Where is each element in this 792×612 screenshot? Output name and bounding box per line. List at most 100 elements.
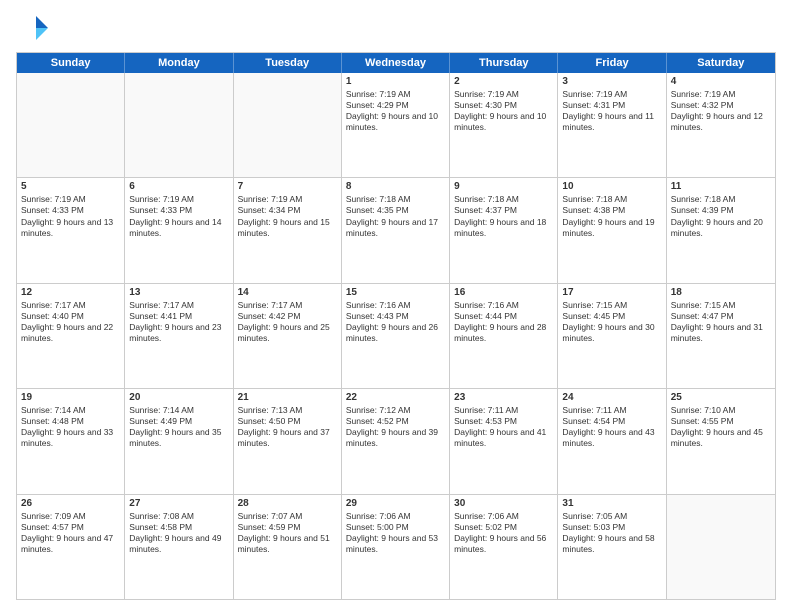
day-number: 21 [238,392,337,403]
sunset-line: Sunset: 5:03 PM [562,522,661,533]
sunrise-line: Sunrise: 7:19 AM [454,89,553,100]
sunrise-line: Sunrise: 7:17 AM [129,300,228,311]
day-number: 18 [671,287,771,298]
empty-cell [17,73,125,177]
sunset-line: Sunset: 4:59 PM [238,522,337,533]
sunrise-line: Sunrise: 7:10 AM [671,405,771,416]
day-cell-26: 26 Sunrise: 7:09 AMSunset: 4:57 PMDayligh… [17,495,125,599]
logo-icon [16,12,48,44]
day-number: 29 [346,498,445,509]
daylight-line: Daylight: 9 hours and 47 minutes. [21,533,120,555]
day-cell-14: 14Sunrise: 7:17 AMSunset: 4:42 PMDayligh… [234,284,342,388]
sunrise-line: Sunrise: 7:12 AM [346,405,445,416]
day-number: 30 [454,498,553,509]
header-day-friday: Friday [558,53,666,73]
sunset-line: Sunset: 4:42 PM [238,311,337,322]
day-number: 20 [129,392,228,403]
sunrise-line: Sunrise: 7:19 AM [346,89,445,100]
sunset-line: Sunset: 4:49 PM [129,416,228,427]
daylight-line: Daylight: 9 hours and 30 minutes. [562,322,661,344]
sunset-line: Sunset: 4:32 PM [671,100,771,111]
day-number: 28 [238,498,337,509]
sunrise-line: Sunrise: 7:18 AM [346,194,445,205]
sunrise-line: Sunrise: 7:16 AM [454,300,553,311]
sunrise-line: Sunrise: 7:19 AM [129,194,228,205]
day-number: 27 [129,498,228,509]
day-cell-11: 11Sunrise: 7:18 AMSunset: 4:39 PMDayligh… [667,178,775,282]
sunset-line: Sunset: 4:29 PM [346,100,445,111]
daylight-line: Daylight: 9 hours and 17 minutes. [346,217,445,239]
day-cell-31: 31Sunrise: 7:05 AMSunset: 5:03 PMDayligh… [558,495,666,599]
sunset-line: Sunset: 4:47 PM [671,311,771,322]
calendar-week-1: 1Sunrise: 7:19 AMSunset: 4:29 PMDaylight… [17,73,775,178]
sunset-line: Sunset: 4:57 PM [21,522,120,533]
day-number: 31 [562,498,661,509]
day-cell-25: 25Sunrise: 7:10 AMSunset: 4:55 PMDayligh… [667,389,775,493]
day-number: 14 [238,287,337,298]
sunrise-line: Sunrise: 7:06 AM [346,511,445,522]
sunset-line: Sunset: 4:44 PM [454,311,553,322]
day-cell-30: 30Sunrise: 7:06 AMSunset: 5:02 PMDayligh… [450,495,558,599]
day-number: 8 [346,181,445,192]
daylight-line: Daylight: 9 hours and 12 minutes. [671,111,771,133]
day-number: 22 [346,392,445,403]
sunrise-line: Sunrise: 7:09 AM [21,511,120,522]
calendar-week-3: 12Sunrise: 7:17 AMSunset: 4:40 PMDayligh… [17,284,775,389]
sunrise-line: Sunrise: 7:16 AM [346,300,445,311]
sunset-line: Sunset: 4:45 PM [562,311,661,322]
sunset-line: Sunset: 4:53 PM [454,416,553,427]
sunset-line: Sunset: 4:34 PM [238,205,337,216]
sunset-line: Sunset: 4:41 PM [129,311,228,322]
sunset-line: Sunset: 4:58 PM [129,522,228,533]
sunrise-line: Sunrise: 7:17 AM [238,300,337,311]
daylight-line: Daylight: 9 hours and 51 minutes. [238,533,337,555]
calendar-body: 1Sunrise: 7:19 AMSunset: 4:29 PMDaylight… [17,73,775,599]
header-day-monday: Monday [125,53,233,73]
sunrise-line: Sunrise: 7:18 AM [454,194,553,205]
sunset-line: Sunset: 4:54 PM [562,416,661,427]
empty-cell [234,73,342,177]
day-number: 5 [21,181,120,192]
day-cell-9: 9 Sunrise: 7:18 AMSunset: 4:37 PMDaylight… [450,178,558,282]
sunrise-line: Sunrise: 7:14 AM [129,405,228,416]
daylight-line: Daylight: 9 hours and 13 minutes. [21,217,120,239]
daylight-line: Daylight: 9 hours and 15 minutes. [238,217,337,239]
daylight-line: Daylight: 9 hours and 56 minutes. [454,533,553,555]
sunset-line: Sunset: 4:35 PM [346,205,445,216]
daylight-line: Daylight: 9 hours and 14 minutes. [129,217,228,239]
day-cell-8: 8 Sunrise: 7:18 AMSunset: 4:35 PMDaylight… [342,178,450,282]
sunrise-line: Sunrise: 7:06 AM [454,511,553,522]
sunrise-line: Sunrise: 7:19 AM [238,194,337,205]
sunset-line: Sunset: 4:37 PM [454,205,553,216]
day-number: 25 [671,392,771,403]
daylight-line: Daylight: 9 hours and 10 minutes. [346,111,445,133]
sunrise-line: Sunrise: 7:15 AM [562,300,661,311]
header-day-thursday: Thursday [450,53,558,73]
sunset-line: Sunset: 4:38 PM [562,205,661,216]
day-cell-24: 24Sunrise: 7:11 AMSunset: 4:54 PMDayligh… [558,389,666,493]
sunset-line: Sunset: 4:55 PM [671,416,771,427]
day-number: 26 [21,498,120,509]
day-cell-19: 19Sunrise: 7:14 AMSunset: 4:48 PMDayligh… [17,389,125,493]
empty-cell [125,73,233,177]
day-number: 3 [562,76,661,87]
sunset-line: Sunset: 4:52 PM [346,416,445,427]
day-number: 10 [562,181,661,192]
daylight-line: Daylight: 9 hours and 22 minutes. [21,322,120,344]
day-number: 24 [562,392,661,403]
sunrise-line: Sunrise: 7:05 AM [562,511,661,522]
day-number: 23 [454,392,553,403]
day-number: 17 [562,287,661,298]
day-number: 7 [238,181,337,192]
daylight-line: Daylight: 9 hours and 11 minutes. [562,111,661,133]
daylight-line: Daylight: 9 hours and 18 minutes. [454,217,553,239]
calendar-week-2: 5Sunrise: 7:19 AMSunset: 4:33 PMDaylight… [17,178,775,283]
day-number: 13 [129,287,228,298]
daylight-line: Daylight: 9 hours and 31 minutes. [671,322,771,344]
sunset-line: Sunset: 5:00 PM [346,522,445,533]
day-cell-17: 17 Sunrise: 7:15 AMSunset: 4:45 PMDayligh… [558,284,666,388]
day-number: 9 [454,181,553,192]
daylight-line: Daylight: 9 hours and 37 minutes. [238,427,337,449]
daylight-line: Daylight: 9 hours and 53 minutes. [346,533,445,555]
sunrise-line: Sunrise: 7:19 AM [671,89,771,100]
